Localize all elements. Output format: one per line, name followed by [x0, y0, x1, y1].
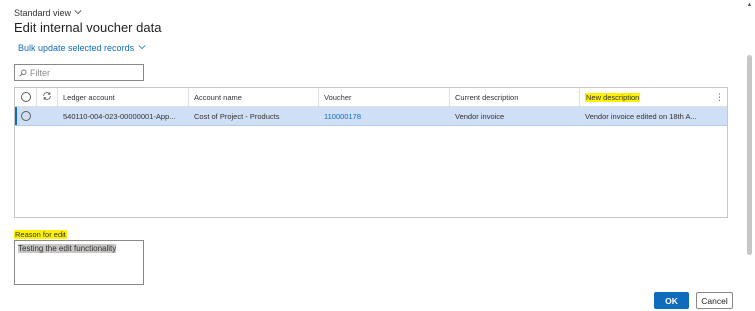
bulk-update-button[interactable]: Bulk update selected records: [18, 43, 146, 53]
select-all-radio[interactable]: [15, 88, 37, 106]
chevron-down-icon: [74, 8, 82, 18]
voucher-grid: Ledger account Account name Voucher Curr…: [14, 87, 728, 218]
reason-label-text: Reason for edit: [14, 230, 67, 239]
scroll-thumb[interactable]: [747, 55, 752, 255]
page-title: Edit internal voucher data: [14, 20, 162, 35]
search-icon: [19, 64, 27, 82]
column-header-current-description[interactable]: Current description: [450, 88, 580, 106]
reason-textarea[interactable]: Testing the edit functionality: [14, 240, 144, 285]
bulk-update-label: Bulk update selected records: [18, 43, 135, 53]
cell-new-description[interactable]: Vendor invoice edited on 18th A...: [580, 107, 727, 125]
column-header-ledger-account[interactable]: Ledger account: [58, 88, 189, 106]
cell-ledger-account: 540110-004-023-00000001-App...: [63, 111, 176, 121]
filter-field[interactable]: [14, 64, 144, 81]
row-spacer: [37, 107, 58, 125]
row-select-radio[interactable]: [15, 107, 37, 125]
vertical-scrollbar[interactable]: ▲: [746, 0, 753, 311]
radio-icon: [20, 111, 31, 121]
table-row[interactable]: 540110-004-023-00000001-App... Cost of P…: [15, 107, 727, 126]
cancel-button[interactable]: Cancel: [696, 292, 733, 309]
new-description-header-label: New description: [585, 92, 641, 102]
radio-icon: [20, 92, 31, 102]
cell-account-name: Cost of Project - Products: [194, 111, 280, 121]
refresh-button[interactable]: [37, 88, 58, 106]
ok-button[interactable]: OK: [654, 292, 689, 309]
reason-value: Testing the edit functionality: [18, 244, 117, 253]
refresh-icon: [42, 91, 52, 103]
column-header-new-description[interactable]: New description ⋮: [580, 88, 727, 106]
grid-header: Ledger account Account name Voucher Curr…: [15, 88, 727, 107]
filter-input[interactable]: [30, 67, 130, 78]
more-options-icon[interactable]: ⋮: [715, 92, 724, 103]
view-selector-label: Standard view: [14, 8, 72, 18]
reason-label: Reason for edit: [14, 230, 67, 239]
cell-current-description: Vendor invoice: [455, 111, 505, 121]
chevron-down-icon: [138, 43, 146, 53]
cell-voucher-link[interactable]: 110000178: [319, 107, 450, 125]
scroll-up-icon[interactable]: ▲: [746, 2, 753, 8]
view-selector[interactable]: Standard view: [14, 8, 82, 18]
column-header-voucher[interactable]: Voucher: [319, 88, 450, 106]
column-header-account-name[interactable]: Account name: [189, 88, 319, 106]
